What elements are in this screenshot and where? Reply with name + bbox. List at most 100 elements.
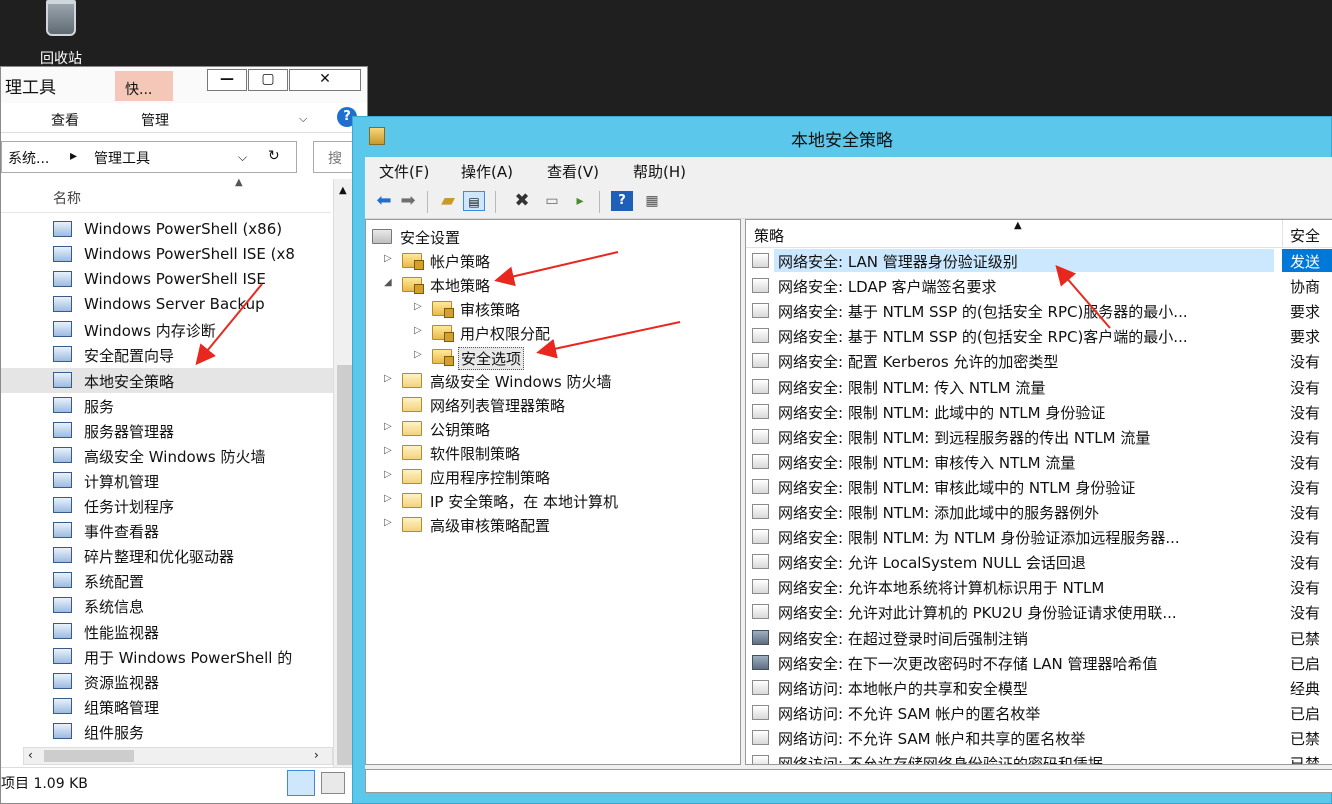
policy-row[interactable]: 网络安全: 基于 NTLM SSP 的(包括安全 RPC)服务器的最小... 要求 (746, 298, 1332, 323)
column-header-setting[interactable]: 安全 (1290, 225, 1320, 246)
admin-tool-item[interactable]: 安全配置向导 (1, 342, 333, 367)
tree-expand-arrow-icon[interactable]: ▷ (384, 445, 396, 456)
maximize-button[interactable]: ▢ (248, 69, 288, 91)
admin-tool-item[interactable]: 资源监视器 (1, 669, 333, 694)
policy-name-cell[interactable]: 网络安全: 限制 NTLM: 添加此域中的服务器例外 (774, 500, 1274, 523)
help-icon[interactable]: ? (611, 191, 633, 211)
mmc-view-icon[interactable]: ▦ (641, 191, 663, 211)
policy-name-cell[interactable]: 网络安全: 在超过登录时间后强制注销 (774, 626, 1274, 649)
tree-expand-arrow-icon[interactable]: ▷ (384, 469, 396, 480)
admin-tool-item[interactable]: 事件查看器 (1, 518, 333, 543)
tree-expand-arrow-icon[interactable]: ▷ (384, 253, 396, 264)
policy-row[interactable]: 网络安全: 允许对此计算机的 PKU2U 身份验证请求使用联... 没有 (746, 599, 1332, 624)
minimize-button[interactable]: — (207, 69, 247, 91)
tree-expand-arrow-icon[interactable]: ▷ (414, 301, 426, 312)
column-header-policy[interactable]: 策略 (754, 225, 784, 246)
policy-name-cell[interactable]: 网络安全: 允许对此计算机的 PKU2U 身份验证请求使用联... (774, 600, 1274, 623)
policy-name-cell[interactable]: 网络访问: 本地帐户的共享和安全模型 (774, 676, 1274, 699)
admin-tool-item[interactable]: Windows PowerShell ISE (x8 (1, 242, 333, 267)
policy-name-cell[interactable]: 网络安全: 允许本地系统将计算机标识用于 NTLM (774, 575, 1274, 598)
menu-action[interactable]: 操作(A) (461, 161, 513, 182)
policy-name-cell[interactable]: 网络访问: 不允许存储网络身份验证的密码和凭据 (774, 751, 1274, 764)
policy-name-cell[interactable]: 网络安全: 限制 NTLM: 此域中的 NTLM 身份验证 (774, 400, 1274, 423)
policy-row[interactable]: 网络安全: 限制 NTLM: 此域中的 NTLM 身份验证 没有 (746, 399, 1332, 424)
policy-row[interactable]: 网络安全: 限制 NTLM: 审核传入 NTLM 流量 没有 (746, 449, 1332, 474)
column-divider[interactable] (1282, 220, 1283, 248)
tree-expand-arrow-icon[interactable]: ▷ (414, 325, 426, 336)
policy-name-cell[interactable]: 网络安全: 限制 NTLM: 审核传入 NTLM 流量 (774, 450, 1274, 473)
address-dropdown-icon[interactable]: ⌵ (238, 150, 247, 165)
admin-tool-item[interactable]: 计算机管理 (1, 468, 333, 493)
policy-name-cell[interactable]: 网络安全: 允许 LocalSystem NULL 会话回退 (774, 550, 1274, 573)
policy-row[interactable]: 网络访问: 不允许存储网络身份验证的密码和凭据 已禁 (746, 750, 1332, 764)
tree-expand-arrow-icon[interactable]: ▷ (414, 349, 426, 360)
policy-row[interactable]: 网络安全: 限制 NTLM: 到远程服务器的传出 NTLM 流量 没有 (746, 424, 1332, 449)
tree-expand-arrow-icon[interactable]: ▷ (384, 373, 396, 384)
policy-name-cell[interactable]: 网络安全: LDAP 客户端签名要求 (774, 274, 1274, 297)
admin-tool-item[interactable]: 本地安全策略 (1, 367, 333, 393)
policy-row[interactable]: 网络安全: 限制 NTLM: 为 NTLM 身份验证添加远程服务器... 没有 (746, 524, 1332, 549)
policy-row[interactable]: 网络安全: 限制 NTLM: 审核此域中的 NTLM 身份验证 没有 (746, 474, 1332, 499)
policy-row[interactable]: 网络安全: 限制 NTLM: 传入 NTLM 流量 没有 (746, 374, 1332, 399)
address-current[interactable]: 管理工具 (94, 148, 150, 168)
tree-expand-arrow-icon[interactable]: ▷ (384, 493, 396, 504)
policy-row[interactable]: 网络安全: LDAP 客户端签名要求 协商 (746, 273, 1332, 298)
large-icons-view-icon[interactable] (321, 772, 345, 794)
tree-expand-arrow-icon[interactable]: ◢ (384, 277, 396, 288)
policy-name-cell[interactable]: 网络安全: 限制 NTLM: 到远程服务器的传出 NTLM 流量 (774, 425, 1274, 448)
menu-file[interactable]: 文件(F) (379, 161, 429, 182)
policy-name-cell[interactable]: 网络安全: 基于 NTLM SSP 的(包括安全 RPC)客户端的最小... (774, 324, 1274, 347)
scroll-left-icon[interactable]: ‹ (28, 748, 33, 762)
scrollbar-thumb[interactable] (337, 365, 352, 765)
admin-tool-item[interactable]: 高级安全 Windows 防火墙 (1, 443, 333, 468)
address-root[interactable]: 系统... (8, 148, 49, 168)
explorer-horizontal-scrollbar[interactable]: ‹ › (23, 747, 333, 765)
policy-name-cell[interactable]: 网络安全: 限制 NTLM: 审核此域中的 NTLM 身份验证 (774, 475, 1274, 498)
policy-row[interactable]: 网络安全: 在超过登录时间后强制注销 已禁 (746, 625, 1332, 650)
recycle-bin-desktop-icon[interactable]: 回收站 (26, 0, 96, 67)
column-header-name[interactable]: 名称 ▲ (1, 177, 331, 213)
up-folder-icon[interactable]: ▰ (437, 191, 459, 211)
policy-row[interactable]: 网络安全: 允许 LocalSystem NULL 会话回退 没有 (746, 549, 1332, 574)
back-arrow-icon[interactable]: ⬅ (373, 191, 395, 211)
policy-name-cell[interactable]: 网络访问: 不允许 SAM 帐户和共享的匿名枚举 (774, 726, 1274, 749)
ribbon-tab-view[interactable]: 查看 (51, 110, 79, 130)
admin-tool-item[interactable]: Windows PowerShell ISE (1, 267, 333, 292)
admin-tool-item[interactable]: 性能监视器 (1, 619, 333, 644)
menu-view[interactable]: 查看(V) (547, 161, 599, 182)
hscrollbar-thumb[interactable] (44, 750, 134, 762)
policy-row[interactable]: 网络安全: 允许本地系统将计算机标识用于 NTLM 没有 (746, 574, 1332, 599)
admin-tool-item[interactable]: 组策略管理 (1, 694, 333, 719)
address-bar[interactable]: 系统... ▸ 管理工具 ⌵ ↻ (1, 141, 297, 173)
policy-row[interactable]: 网络安全: LAN 管理器身份验证级别 发送 (746, 248, 1332, 273)
policy-name-cell[interactable]: 网络安全: 配置 Kerberos 允许的加密类型 (774, 349, 1274, 372)
export-list-icon[interactable]: ▸ (569, 191, 591, 211)
properties-icon[interactable]: ▭ (541, 191, 563, 211)
policy-row[interactable]: 网络访问: 不允许 SAM 帐户和共享的匿名枚举 已禁 (746, 725, 1332, 750)
admin-tool-item[interactable]: Windows 内存诊断 (1, 317, 333, 342)
admin-tool-item[interactable]: 用于 Windows PowerShell 的 (1, 644, 333, 669)
policy-row[interactable]: 网络安全: 基于 NTLM SSP 的(包括安全 RPC)客户端的最小... 要求 (746, 323, 1332, 348)
explorer-title-bar[interactable]: 理工具 快... — ▢ ✕ (1, 67, 367, 103)
delete-icon[interactable]: ✖ (511, 191, 533, 211)
admin-tool-item[interactable]: 系统信息 (1, 593, 333, 618)
policy-name-cell[interactable]: 网络安全: 基于 NTLM SSP 的(包括安全 RPC)服务器的最小... (774, 299, 1274, 322)
menu-help[interactable]: 帮助(H) (633, 161, 686, 182)
policy-name-cell[interactable]: 网络安全: 限制 NTLM: 为 NTLM 身份验证添加远程服务器... (774, 525, 1274, 548)
close-button[interactable]: ✕ (289, 69, 361, 91)
tree-expand-arrow-icon[interactable]: ▷ (384, 517, 396, 528)
admin-tool-item[interactable]: 服务器管理器 (1, 418, 333, 443)
admin-tool-item[interactable]: 系统配置 (1, 568, 333, 593)
admin-tool-item[interactable]: Windows PowerShell (x86) (1, 217, 333, 242)
details-view-icon[interactable] (287, 770, 315, 796)
policy-row[interactable]: 网络访问: 不允许 SAM 帐户的匿名枚举 已启 (746, 700, 1332, 725)
admin-tool-item[interactable]: 组件服务 (1, 719, 333, 744)
policy-row[interactable]: 网络访问: 本地帐户的共享和安全模型 经典 (746, 675, 1332, 700)
tree-expand-arrow-icon[interactable]: ▷ (384, 421, 396, 432)
policy-row[interactable]: 网络安全: 配置 Kerberos 允许的加密类型 没有 (746, 348, 1332, 373)
admin-tool-item[interactable]: 服务 (1, 393, 333, 418)
admin-tool-item[interactable]: 碎片整理和优化驱动器 (1, 543, 333, 568)
policy-row[interactable]: 网络安全: 在下一次更改密码时不存储 LAN 管理器哈希值 已启 (746, 650, 1332, 675)
scroll-right-icon[interactable]: › (314, 748, 319, 762)
secpol-title-bar[interactable]: 本地安全策略 (353, 117, 1331, 157)
